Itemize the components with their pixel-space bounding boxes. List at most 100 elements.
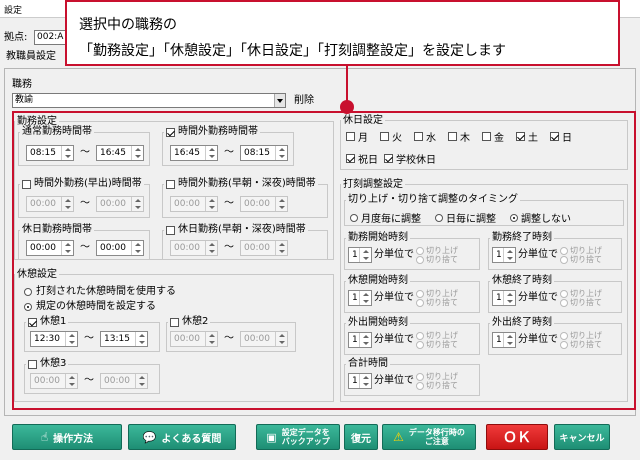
early-checkbox[interactable] (22, 179, 31, 189)
round-down-label: 切り捨て (426, 298, 458, 307)
early-night-to-input[interactable]: 00:00 (240, 196, 288, 212)
break3-from-input[interactable]: 00:00 (30, 373, 78, 389)
early-night-from-input[interactable]: 00:00 (170, 196, 218, 212)
break1-from-input[interactable]: 12:30 (30, 331, 78, 347)
regular-to-input[interactable]: 16:45 (96, 145, 144, 161)
break-option-stamped-radio[interactable] (24, 288, 32, 296)
round-up-radio[interactable] (560, 289, 568, 298)
adjust-minutes-input[interactable]: 1 (348, 332, 372, 348)
weekday-checkbox[interactable] (346, 132, 355, 141)
adjust-minutes-input[interactable]: 1 (492, 332, 516, 348)
break2-checkbox[interactable] (170, 317, 179, 327)
break3-to-input[interactable]: 00:00 (100, 373, 148, 389)
break-option-fixed-label: 規定の休憩時間を設定する (36, 301, 156, 312)
round-up-radio[interactable] (416, 246, 424, 255)
location-select[interactable]: 002:A (34, 30, 68, 45)
round-down-radio[interactable] (560, 298, 568, 307)
chat-bubble-icon: 💬 (142, 430, 157, 444)
round-up-label: 切り上げ (570, 246, 602, 255)
break3-checkbox[interactable] (28, 359, 37, 369)
adjust-minutes-input[interactable]: 1 (492, 247, 516, 263)
holiday-night-from-input[interactable]: 00:00 (170, 240, 218, 256)
overtime-to-input[interactable]: 08:15 (240, 145, 288, 161)
early-to-input[interactable]: 00:00 (96, 196, 144, 212)
weekday-checkbox[interactable] (414, 132, 423, 141)
job-select[interactable]: 教諭 (12, 93, 286, 108)
holiday-to-input[interactable]: 00:00 (96, 240, 144, 256)
break2-from-input[interactable]: 00:00 (170, 331, 218, 347)
round-down-label: 切り捨て (570, 340, 602, 349)
adjust-minutes-input[interactable]: 1 (348, 290, 372, 306)
holiday-time-label: 休日勤務時間帯 (20, 224, 94, 236)
break2-to-input[interactable]: 00:00 (240, 331, 288, 347)
warning-icon: ⚠ (393, 430, 404, 444)
break1-checkbox[interactable] (28, 317, 37, 327)
adjust-minutes-input[interactable]: 1 (348, 247, 372, 263)
howto-button[interactable]: ☝ 操作方法 (12, 424, 122, 450)
weekday-item: 日 (550, 129, 572, 144)
weekday-checkbox[interactable] (516, 132, 525, 141)
weekday-checkbox[interactable] (482, 132, 491, 141)
migration-notice-button[interactable]: ⚠ データ移行時の ご注意 (382, 424, 476, 450)
round-up-radio[interactable] (416, 289, 424, 298)
holiday-night-checkbox[interactable] (166, 225, 175, 235)
round-down-label: 切り捨て (426, 340, 458, 349)
weekday-item: 月 (346, 129, 368, 144)
weekday-checkbox[interactable] (550, 132, 559, 141)
adjust-unit-label: 分単位で (518, 292, 558, 303)
weekday-label: 土 (528, 133, 538, 144)
weekday-checkbox[interactable] (380, 132, 389, 141)
adjust-unit-row: 1 分単位で 切り上げ 切り捨て (492, 246, 602, 264)
round-up-label: 切り上げ (426, 246, 458, 255)
round-down-radio[interactable] (416, 298, 424, 307)
delete-button[interactable]: 削除 (294, 96, 314, 106)
timing-radio[interactable] (350, 213, 358, 222)
timing-radio[interactable] (510, 213, 518, 222)
round-down-radio[interactable] (560, 255, 568, 264)
tilde: 〜 (80, 198, 90, 209)
round-down-radio[interactable] (416, 340, 424, 349)
round-up-radio[interactable] (560, 331, 568, 340)
round-down-radio[interactable] (416, 381, 424, 390)
break-settings-title: 休憩設定 (15, 269, 59, 281)
adjust-minutes-input[interactable]: 1 (348, 373, 372, 389)
adjust-minutes-input[interactable]: 1 (492, 290, 516, 306)
timing-label: 月度毎に調整 (361, 214, 421, 225)
overtime-checkbox[interactable] (166, 127, 175, 137)
chevron-down-icon[interactable] (274, 94, 285, 107)
round-down-radio[interactable] (416, 255, 424, 264)
break1-to-input[interactable]: 13:15 (100, 331, 148, 347)
extra-holiday-label: 学校休日 (396, 155, 436, 166)
holiday-night-to-input[interactable]: 00:00 (240, 240, 288, 256)
timing-label: 日毎に調整 (446, 214, 496, 225)
round-up-radio[interactable] (416, 372, 424, 381)
regular-from-input[interactable]: 08:15 (26, 145, 74, 161)
restore-button[interactable]: 復元 (344, 424, 378, 450)
extra-holiday-checkbox[interactable] (384, 154, 393, 163)
break-option-fixed-radio[interactable] (24, 303, 32, 311)
adjust-unit-title: 外出開始時刻 (346, 317, 410, 329)
round-options: 切り上げ 切り捨て (560, 331, 602, 349)
overtime-from-input[interactable]: 16:45 (170, 145, 218, 161)
weekday-checkbox[interactable] (448, 132, 457, 141)
holiday-night-label: 休日勤務(早朝・深夜)時間帯 (178, 224, 306, 235)
hand-pointer-icon: ☝ (40, 430, 49, 444)
round-up-radio[interactable] (560, 246, 568, 255)
faq-button[interactable]: 💬 よくある質問 (128, 424, 236, 450)
round-up-radio[interactable] (416, 331, 424, 340)
tilde: 〜 (84, 375, 94, 386)
extra-holiday-checkbox[interactable] (346, 154, 355, 163)
callout-connector (346, 66, 348, 104)
ok-button[interactable]: ＯＫ (486, 424, 548, 450)
adjust-unit-row: 1 分単位で 切り上げ 切り捨て (348, 372, 458, 390)
cancel-button[interactable]: キャンセル (554, 424, 610, 450)
timing-options: 月度毎に調整 日毎に調整 調整しない (350, 210, 571, 225)
timing-radio[interactable] (435, 213, 443, 222)
tab-staff-settings[interactable]: 教職員設定 (6, 52, 56, 66)
early-from-input[interactable]: 00:00 (26, 196, 74, 212)
early-night-checkbox[interactable] (166, 179, 175, 189)
round-down-radio[interactable] (560, 340, 568, 349)
backup-button[interactable]: ▣ 設定データを バックアップ (256, 424, 340, 450)
holiday-from-input[interactable]: 00:00 (26, 240, 74, 256)
weekday-item: 金 (482, 129, 504, 144)
